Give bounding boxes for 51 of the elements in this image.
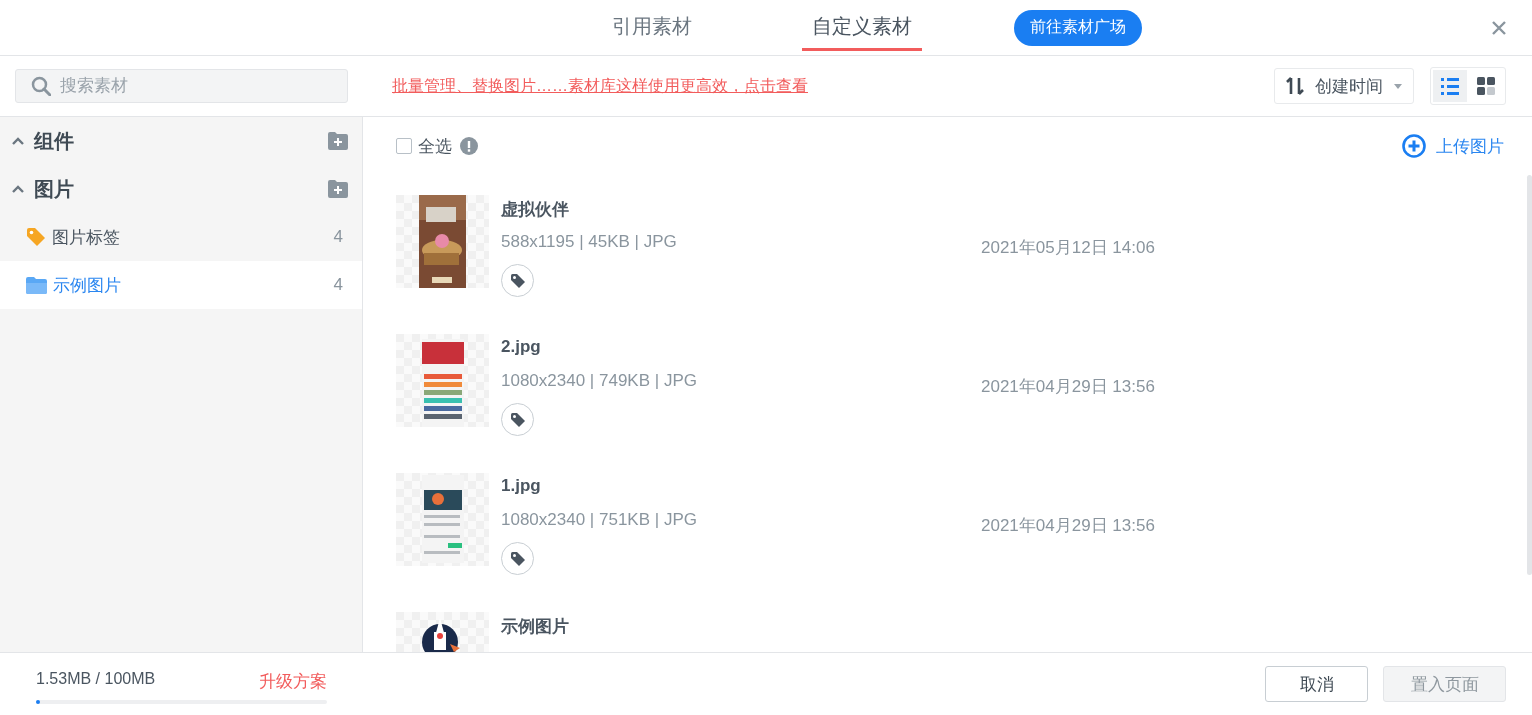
tag-button[interactable] <box>501 264 534 297</box>
group-title: 组件 <box>34 128 75 154</box>
collapse-toggle[interactable] <box>12 136 24 146</box>
info-icon <box>460 137 478 155</box>
view-toggle[interactable] <box>1433 70 1467 102</box>
add-folder-button[interactable] <box>328 180 348 198</box>
tips-link[interactable]: 批量管理、替换图片……素材库这样使用更高效，点击查看 <box>392 75 808 97</box>
market-button[interactable]: 前往素材广场 <box>1014 9 1142 46</box>
tag-button[interactable] <box>501 542 534 575</box>
upgrade-link[interactable]: 升级方案 <box>259 670 327 693</box>
file-meta: 1080x2340 | 751KB | JPG <box>501 510 698 530</box>
tag-button[interactable] <box>501 403 534 436</box>
footer-button[interactable]: 取消 <box>1265 666 1368 702</box>
file-date: 2021年04月29日 13:56 <box>981 376 1155 398</box>
plus-circle-icon <box>1402 134 1426 158</box>
search-field[interactable]: 搜索素材 <box>15 69 348 103</box>
collapse-toggle[interactable] <box>12 184 24 194</box>
folder-icon <box>26 276 47 294</box>
tab[interactable]: 自定义素材 <box>798 0 926 55</box>
sort-dropdown[interactable]: 创建时间 <box>1274 68 1414 104</box>
tag-icon <box>509 550 526 567</box>
sidebar-item[interactable]: 图片标签 4 <box>0 213 362 261</box>
file-meta: 1080x2340 | 749KB | JPG <box>501 371 698 391</box>
sort-icon <box>1285 76 1305 96</box>
list-view-icon <box>1441 76 1459 96</box>
file-date: 2021年05月12日 14:06 <box>981 237 1155 259</box>
folder-add-icon <box>328 180 348 198</box>
close-button[interactable] <box>1490 19 1508 37</box>
sidebar-item[interactable]: 示例图片 4 <box>0 261 362 309</box>
tag-icon <box>509 411 526 428</box>
file-meta: 588x1195 | 45KB | JPG <box>501 232 678 252</box>
file-date: 2021年04月29日 13:56 <box>981 515 1155 537</box>
chevron-icon <box>12 184 24 194</box>
tag-icon <box>26 227 46 247</box>
upload-button[interactable]: 上传图片 <box>1402 134 1504 158</box>
tab[interactable]: 引用素材 <box>598 0 706 55</box>
tag-icon <box>509 272 526 289</box>
chevron-icon <box>12 136 24 146</box>
storage-usage: 1.53MB / 100MB <box>36 670 156 688</box>
search-icon <box>31 76 51 96</box>
grid-view-icon <box>1477 77 1495 95</box>
file-name: 虚拟伙伴 <box>501 199 570 220</box>
group-title: 图片 <box>34 176 75 202</box>
add-folder-button[interactable] <box>328 132 348 150</box>
folder-add-icon <box>328 132 348 150</box>
close-icon <box>1490 19 1508 37</box>
select-all-checkbox[interactable]: 全选 <box>396 134 452 158</box>
file-name: 2.jpg <box>501 337 542 358</box>
file-name: 1.jpg <box>501 476 542 497</box>
caret-icon <box>1393 82 1403 90</box>
file-name: 示例图片 <box>501 616 570 637</box>
